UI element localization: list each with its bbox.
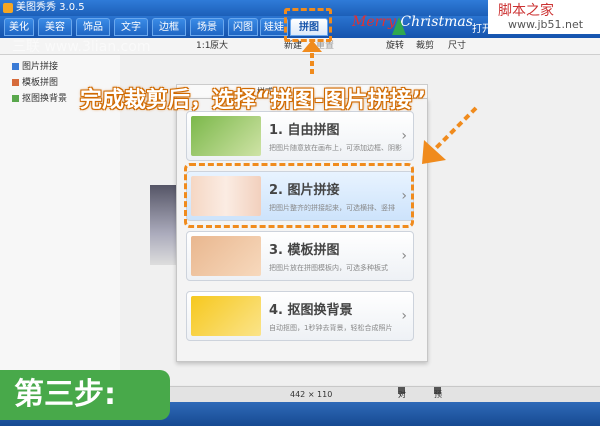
- sidebar-item-stitch[interactable]: 图片拼接: [12, 59, 58, 72]
- watermark-jb51: 脚本之家 www.jb51.net: [488, 0, 600, 34]
- watermark-jb51-title: 脚本之家: [498, 3, 554, 19]
- ratio-label[interactable]: 1:1: [196, 38, 210, 54]
- card-title: 4. 抠图换背景: [269, 303, 353, 318]
- arrow-up-icon: [302, 40, 322, 74]
- cutout-icon: [12, 95, 19, 102]
- template-puzzle-thumbnail: [191, 236, 261, 276]
- arrow-down-left-icon: [422, 106, 478, 164]
- tab-scene[interactable]: 场景: [190, 18, 224, 36]
- image-stitch-highlight: [184, 163, 414, 228]
- card-title: 3. 模板拼图: [269, 243, 340, 258]
- xmas-merry: Merry: [352, 14, 396, 30]
- instruction-headline: 完成裁剪后，选择“拼图-图片拼接”: [80, 88, 427, 113]
- card-desc: 把图片随意放在画布上，可添加边框、阴影: [269, 144, 402, 152]
- tab-frame[interactable]: 边框: [152, 18, 186, 36]
- card-free-puzzle[interactable]: 1. 自由拼图 把图片随意放在画布上，可添加边框、阴影 ›: [186, 111, 414, 161]
- sidebar-item-label: 抠图换背景: [22, 94, 68, 104]
- chevron-right-icon: ›: [401, 308, 407, 324]
- size-button[interactable]: 尺寸: [448, 38, 466, 54]
- chevron-right-icon: ›: [401, 128, 407, 144]
- card-desc: 自动抠图，1秒钟去背景，轻松合成照片: [269, 324, 393, 332]
- card-desc: 把图片放在拼图模板内，可选多种板式: [269, 264, 388, 272]
- sidebar-item-cutout[interactable]: 抠图换背景: [12, 91, 67, 104]
- cutout-background-thumbnail: [191, 296, 261, 336]
- sidebar-item-label: 图片拼接: [22, 62, 59, 72]
- crop-button[interactable]: 裁剪: [416, 38, 434, 54]
- sidebar-item-label: 模板拼图: [22, 78, 59, 88]
- step-label: 第三步:: [0, 370, 170, 420]
- tab-beautify[interactable]: 美化: [4, 18, 34, 36]
- card-cutout-background[interactable]: 4. 抠图换背景 自动抠图，1秒钟去背景，轻松合成照片 ›: [186, 291, 414, 341]
- watermark-jb51-url: www.jb51.net: [508, 18, 584, 31]
- puzzle-mode-panel: 1. 自由拼图 把图片随意放在画布上，可添加边框、阴影 › 2. 图片拼接 把图…: [176, 98, 428, 362]
- chevron-right-icon: ›: [401, 248, 407, 264]
- rotate-button[interactable]: 旋转: [386, 38, 404, 54]
- image-dimensions: 442 × 110: [290, 390, 333, 399]
- christmas-banner: Merry Christmas: [352, 14, 473, 30]
- tab-text[interactable]: 文字: [114, 18, 148, 36]
- sidebar-item-template[interactable]: 模板拼图: [12, 75, 58, 88]
- app-icon: [3, 3, 13, 13]
- card-template-puzzle[interactable]: 3. 模板拼图 把图片放在拼图模板内，可选多种板式 ›: [186, 231, 414, 281]
- original-size-button[interactable]: 原大: [210, 38, 228, 54]
- puzzle-tab-highlight: [284, 8, 332, 42]
- watermark-3lian: 三联 www.3lian.com: [12, 39, 151, 55]
- window-title: 美图秀秀 3.0.5: [16, 2, 85, 13]
- tab-accessories[interactable]: 饰品: [76, 18, 110, 36]
- tab-face[interactable]: 美容: [38, 18, 72, 36]
- xmas-christmas: Christmas: [400, 14, 473, 30]
- card-title: 1. 自由拼图: [269, 123, 340, 138]
- free-puzzle-thumbnail: [191, 116, 261, 156]
- stitch-icon: [12, 63, 19, 70]
- template-icon: [12, 79, 19, 86]
- tab-flash[interactable]: 闪图: [228, 18, 258, 36]
- christmas-tree-icon: [392, 17, 406, 35]
